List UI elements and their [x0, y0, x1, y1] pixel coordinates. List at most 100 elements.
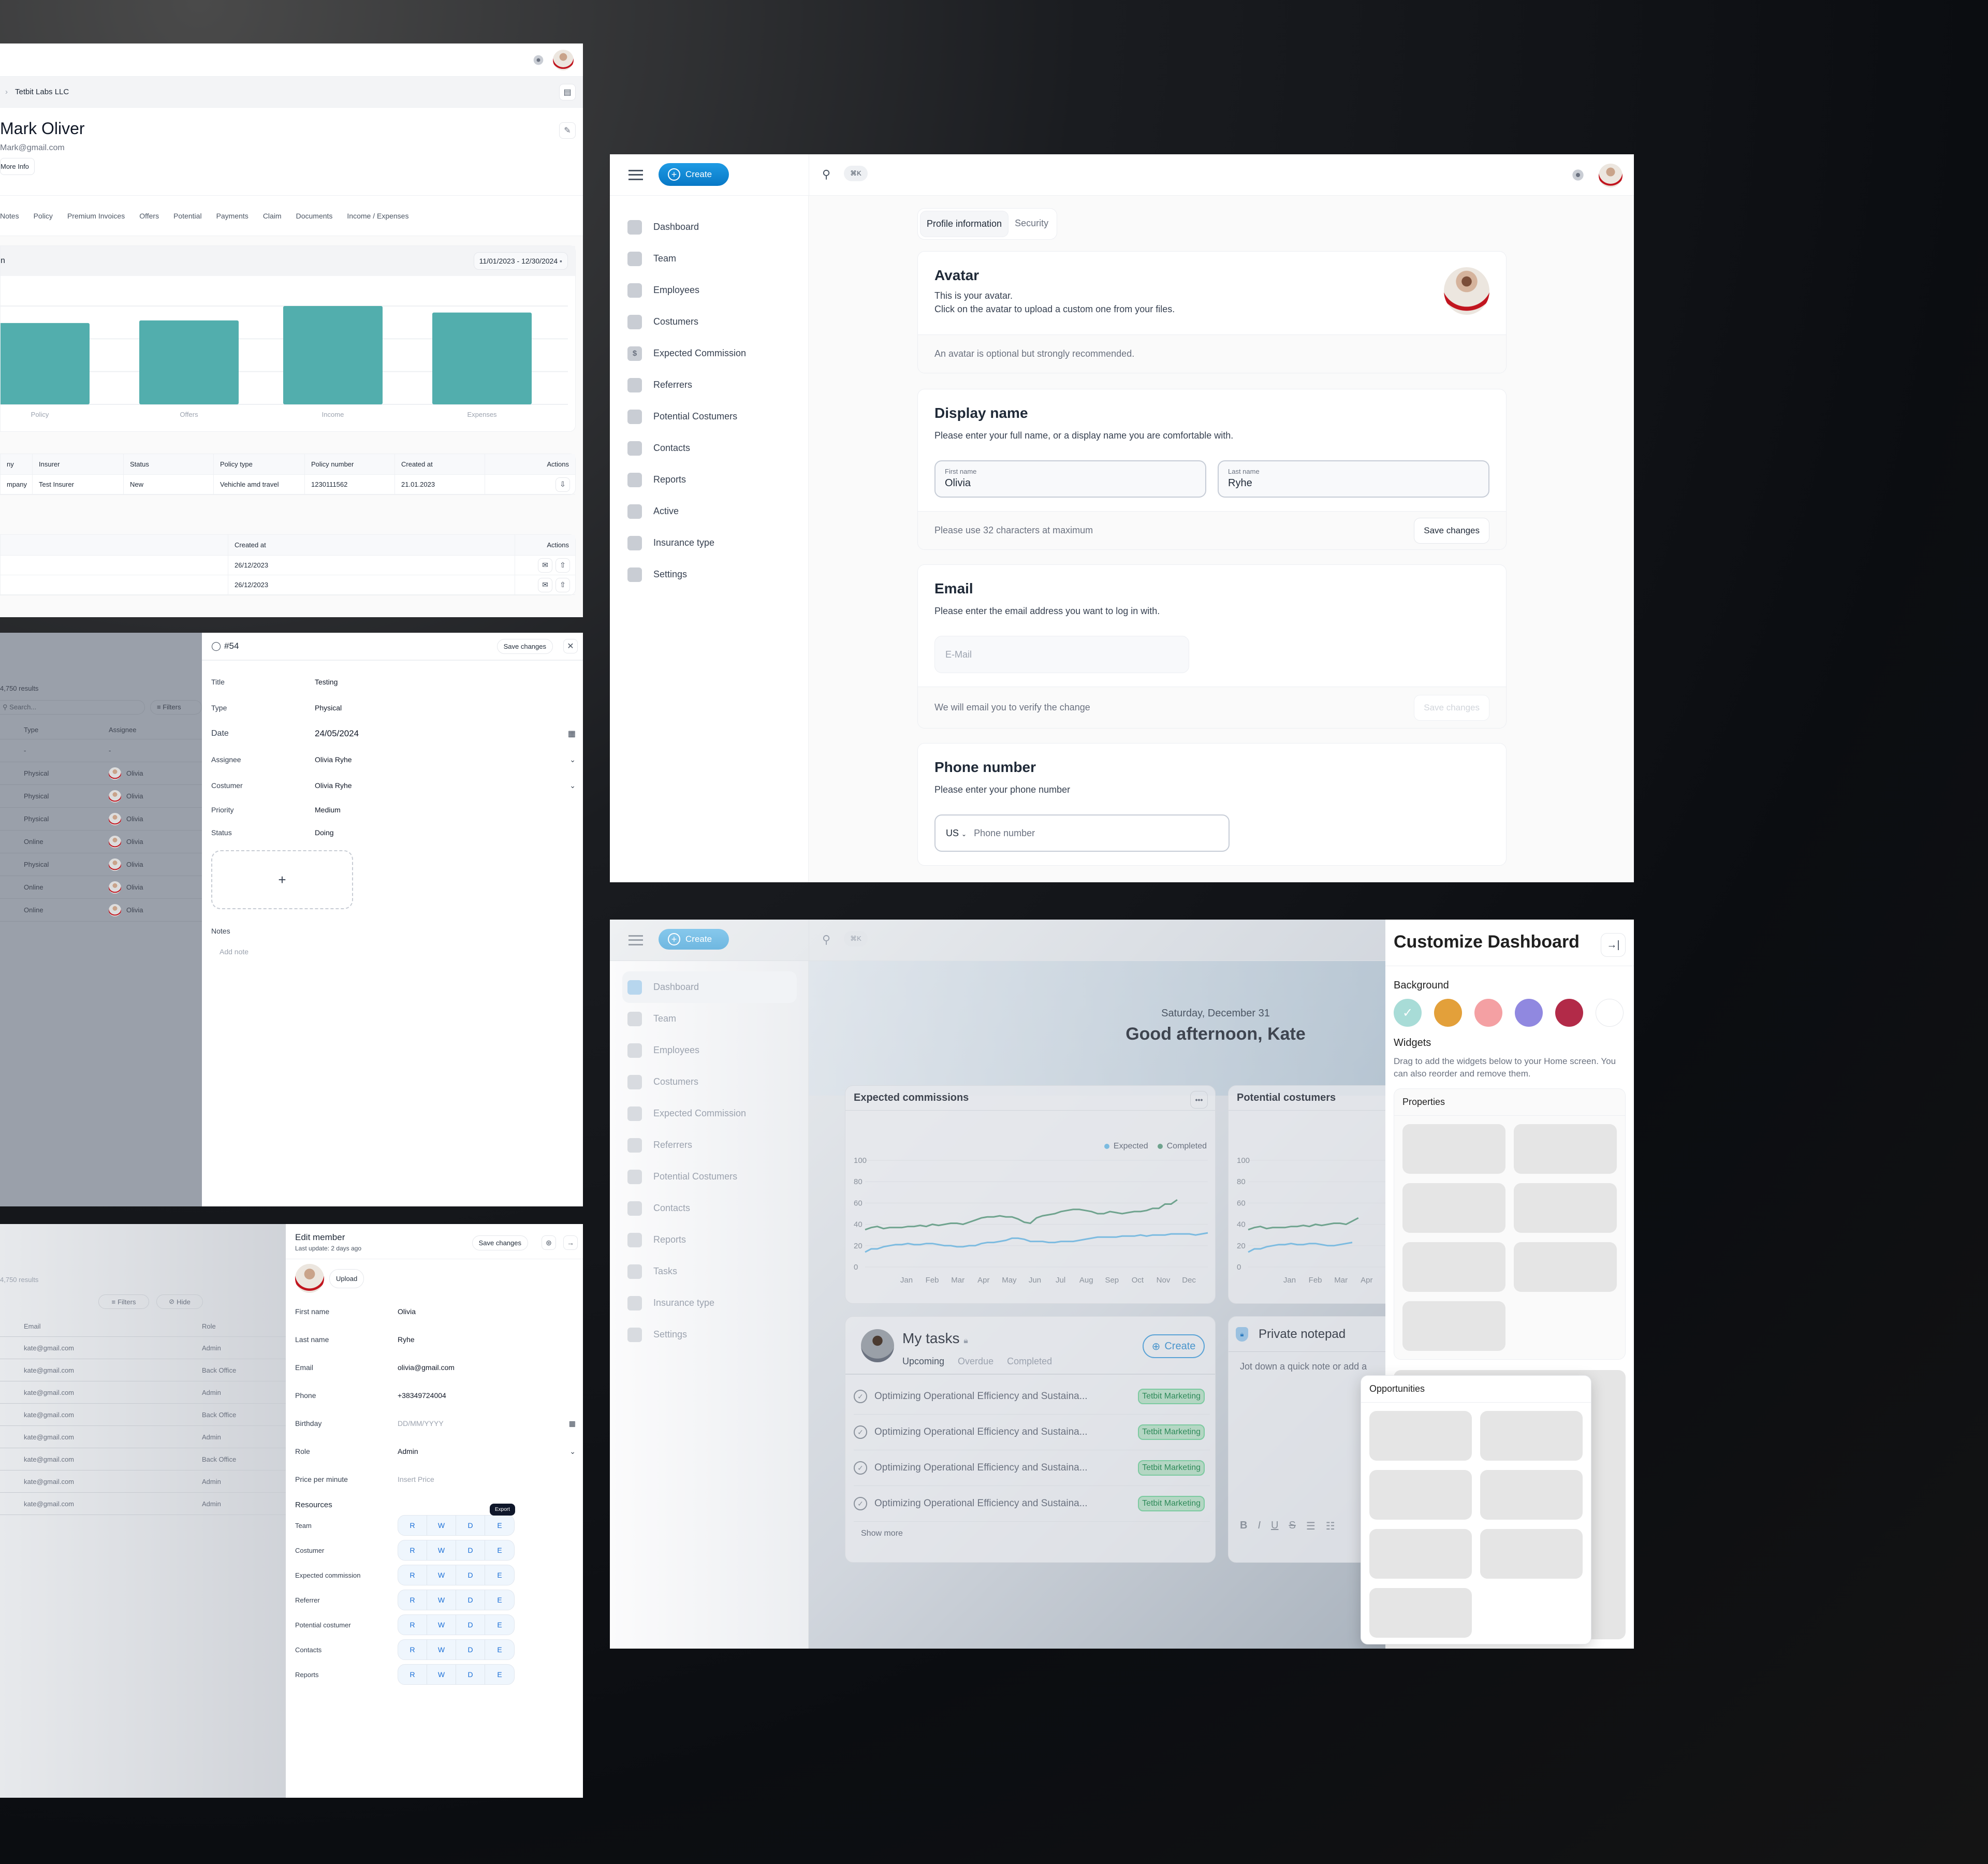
save-changes-button-disabled[interactable]: Save changes: [1414, 694, 1489, 721]
widget-placeholder[interactable]: [1480, 1470, 1583, 1520]
opportunities-widget-dragging[interactable]: Opportunities: [1361, 1375, 1591, 1644]
sidebar-item-expected-commission[interactable]: Expected Commission: [610, 1098, 808, 1129]
widget-placeholder[interactable]: [1369, 1588, 1472, 1638]
birthday-field[interactable]: Birthday DD/MM/YYYY ▦: [286, 1409, 583, 1437]
permission-d[interactable]: D: [456, 1615, 485, 1635]
field-type[interactable]: Type Physical: [202, 695, 583, 721]
background-swatch[interactable]: [1434, 999, 1462, 1027]
field-email[interactable]: Email olivia@gmail.com: [286, 1353, 583, 1381]
search-icon[interactable]: ⚲: [822, 933, 830, 946]
task-item[interactable]: ✓ Optimizing Operational Efficiency and S…: [854, 1415, 1210, 1450]
widget-placeholder[interactable]: [1480, 1529, 1583, 1579]
hide-button[interactable]: ⊘ Hide: [156, 1294, 203, 1309]
table-row[interactable]: --: [0, 739, 202, 762]
create-button[interactable]: + Create: [659, 163, 729, 186]
table-row[interactable]: kate@gmail.com Back Office: [0, 1448, 286, 1470]
field-last-name[interactable]: Last name Ryhe: [286, 1326, 583, 1353]
background-swatch[interactable]: [1555, 999, 1583, 1027]
tab-item[interactable]: Documents: [296, 212, 333, 220]
sidebar-item-potential-costumers[interactable]: Potential Costumers: [610, 401, 808, 432]
sidebar-item-employees[interactable]: Employees: [610, 1035, 808, 1066]
upload-button[interactable]: Upload: [329, 1269, 364, 1288]
permission-r[interactable]: R: [398, 1665, 427, 1684]
permission-w[interactable]: W: [427, 1665, 456, 1684]
tab-overdue[interactable]: Overdue: [958, 1356, 993, 1367]
widget-placeholder[interactable]: [1514, 1242, 1617, 1292]
price-field[interactable]: Price per minute Insert Price: [286, 1465, 583, 1493]
field-status[interactable]: Status Doing: [202, 821, 583, 844]
field-value[interactable]: Ryhe: [398, 1335, 415, 1344]
strikethrough-icon[interactable]: S: [1289, 1520, 1295, 1533]
sidebar-item-reports[interactable]: Reports: [610, 464, 808, 496]
mail-icon[interactable]: ✉: [538, 558, 552, 573]
country-select[interactable]: US ⌄: [946, 828, 967, 839]
permission-d[interactable]: D: [456, 1540, 485, 1560]
properties-widget-group[interactable]: Properties: [1394, 1088, 1626, 1360]
permission-e[interactable]: E: [485, 1665, 514, 1684]
field-costumer[interactable]: Costumer Olivia Ryhe ⌄: [202, 773, 583, 798]
upload-dropzone[interactable]: +: [211, 850, 353, 909]
permission-e[interactable]: E: [485, 1540, 514, 1560]
permission-e[interactable]: E: [485, 1516, 514, 1535]
sidebar-item-costumers[interactable]: Costumers: [610, 1066, 808, 1098]
create-task-button[interactable]: ⊕ Create: [1143, 1334, 1205, 1358]
table-row[interactable]: Physical Olivia: [0, 808, 202, 831]
create-button[interactable]: + Create: [659, 929, 729, 950]
table-row[interactable]: kate@gmail.com Admin: [0, 1426, 286, 1448]
permission-e[interactable]: E: [485, 1615, 514, 1635]
background-swatch[interactable]: [1596, 999, 1624, 1027]
permission-r[interactable]: R: [398, 1516, 427, 1535]
check-circle-icon[interactable]: ✓: [854, 1497, 867, 1510]
widget-placeholder[interactable]: [1402, 1301, 1505, 1351]
permission-d[interactable]: D: [456, 1665, 485, 1684]
field-value[interactable]: Olivia: [398, 1307, 416, 1316]
menu-icon[interactable]: [628, 935, 643, 945]
tab-item[interactable]: Claim: [263, 212, 282, 220]
widget-placeholder[interactable]: [1369, 1411, 1472, 1461]
search-icon[interactable]: ⚲: [822, 168, 830, 181]
sidebar-item-team[interactable]: Team: [610, 1003, 808, 1035]
tab-item[interactable]: Notes: [0, 212, 19, 220]
permission-w[interactable]: W: [427, 1516, 456, 1535]
widget-placeholder[interactable]: [1402, 1124, 1505, 1174]
role-select[interactable]: Admin: [398, 1447, 418, 1455]
email-input[interactable]: E-Mail: [934, 636, 1189, 673]
permission-e[interactable]: E: [485, 1590, 514, 1610]
tab-security[interactable]: Security: [1008, 211, 1055, 237]
sidebar-item-insurance-type[interactable]: Insurance type: [610, 1287, 808, 1319]
check-circle-icon[interactable]: ✓: [854, 1425, 867, 1439]
widget-placeholder[interactable]: [1369, 1529, 1472, 1579]
widget-placeholder[interactable]: [1402, 1183, 1505, 1233]
search-input[interactable]: ⚲ Search...: [0, 700, 145, 715]
field-phone[interactable]: Phone +38349724004: [286, 1381, 583, 1409]
widget-placeholder[interactable]: [1514, 1124, 1617, 1174]
more-info-button[interactable]: More Info: [0, 158, 35, 175]
permission-e[interactable]: E: [485, 1640, 514, 1659]
permission-r[interactable]: R: [398, 1540, 427, 1560]
table-row[interactable]: kate@gmail.com Admin: [0, 1337, 286, 1359]
check-circle-icon[interactable]: ✓: [854, 1390, 867, 1403]
sidebar-item-contacts[interactable]: Contacts: [610, 432, 808, 464]
price-input[interactable]: Insert Price: [398, 1475, 434, 1483]
field-priority[interactable]: Priority Medium: [202, 798, 583, 821]
underline-icon[interactable]: U: [1271, 1520, 1278, 1533]
table-row[interactable]: Physical Olivia: [0, 785, 202, 808]
widget-placeholder[interactable]: [1369, 1470, 1472, 1520]
role-field[interactable]: Role Admin ⌄: [286, 1437, 583, 1465]
background-swatch[interactable]: [1515, 999, 1543, 1027]
lock-reset-icon[interactable]: ⊛: [542, 1235, 556, 1250]
field-value[interactable]: Doing: [315, 828, 334, 837]
user-avatar[interactable]: [1599, 164, 1622, 187]
download-cloud-icon[interactable]: ⇩: [556, 477, 570, 492]
gear-icon[interactable]: [1570, 167, 1586, 183]
field-value[interactable]: olivia@gmail.com: [398, 1363, 455, 1372]
task-item[interactable]: ✓ Optimizing Operational Efficiency and S…: [854, 1486, 1210, 1522]
sidebar-item-costumers[interactable]: Costumers: [610, 306, 808, 338]
permission-d[interactable]: D: [456, 1516, 485, 1535]
menu-icon[interactable]: [628, 170, 643, 180]
sidebar-item-dashboard[interactable]: Dashboard: [622, 971, 797, 1003]
collapse-panel-icon[interactable]: →|: [1601, 933, 1626, 957]
sidebar-item-dashboard[interactable]: Dashboard: [610, 211, 808, 243]
tab-item[interactable]: Potential: [173, 212, 201, 220]
tab-item[interactable]: Offers: [139, 212, 159, 220]
